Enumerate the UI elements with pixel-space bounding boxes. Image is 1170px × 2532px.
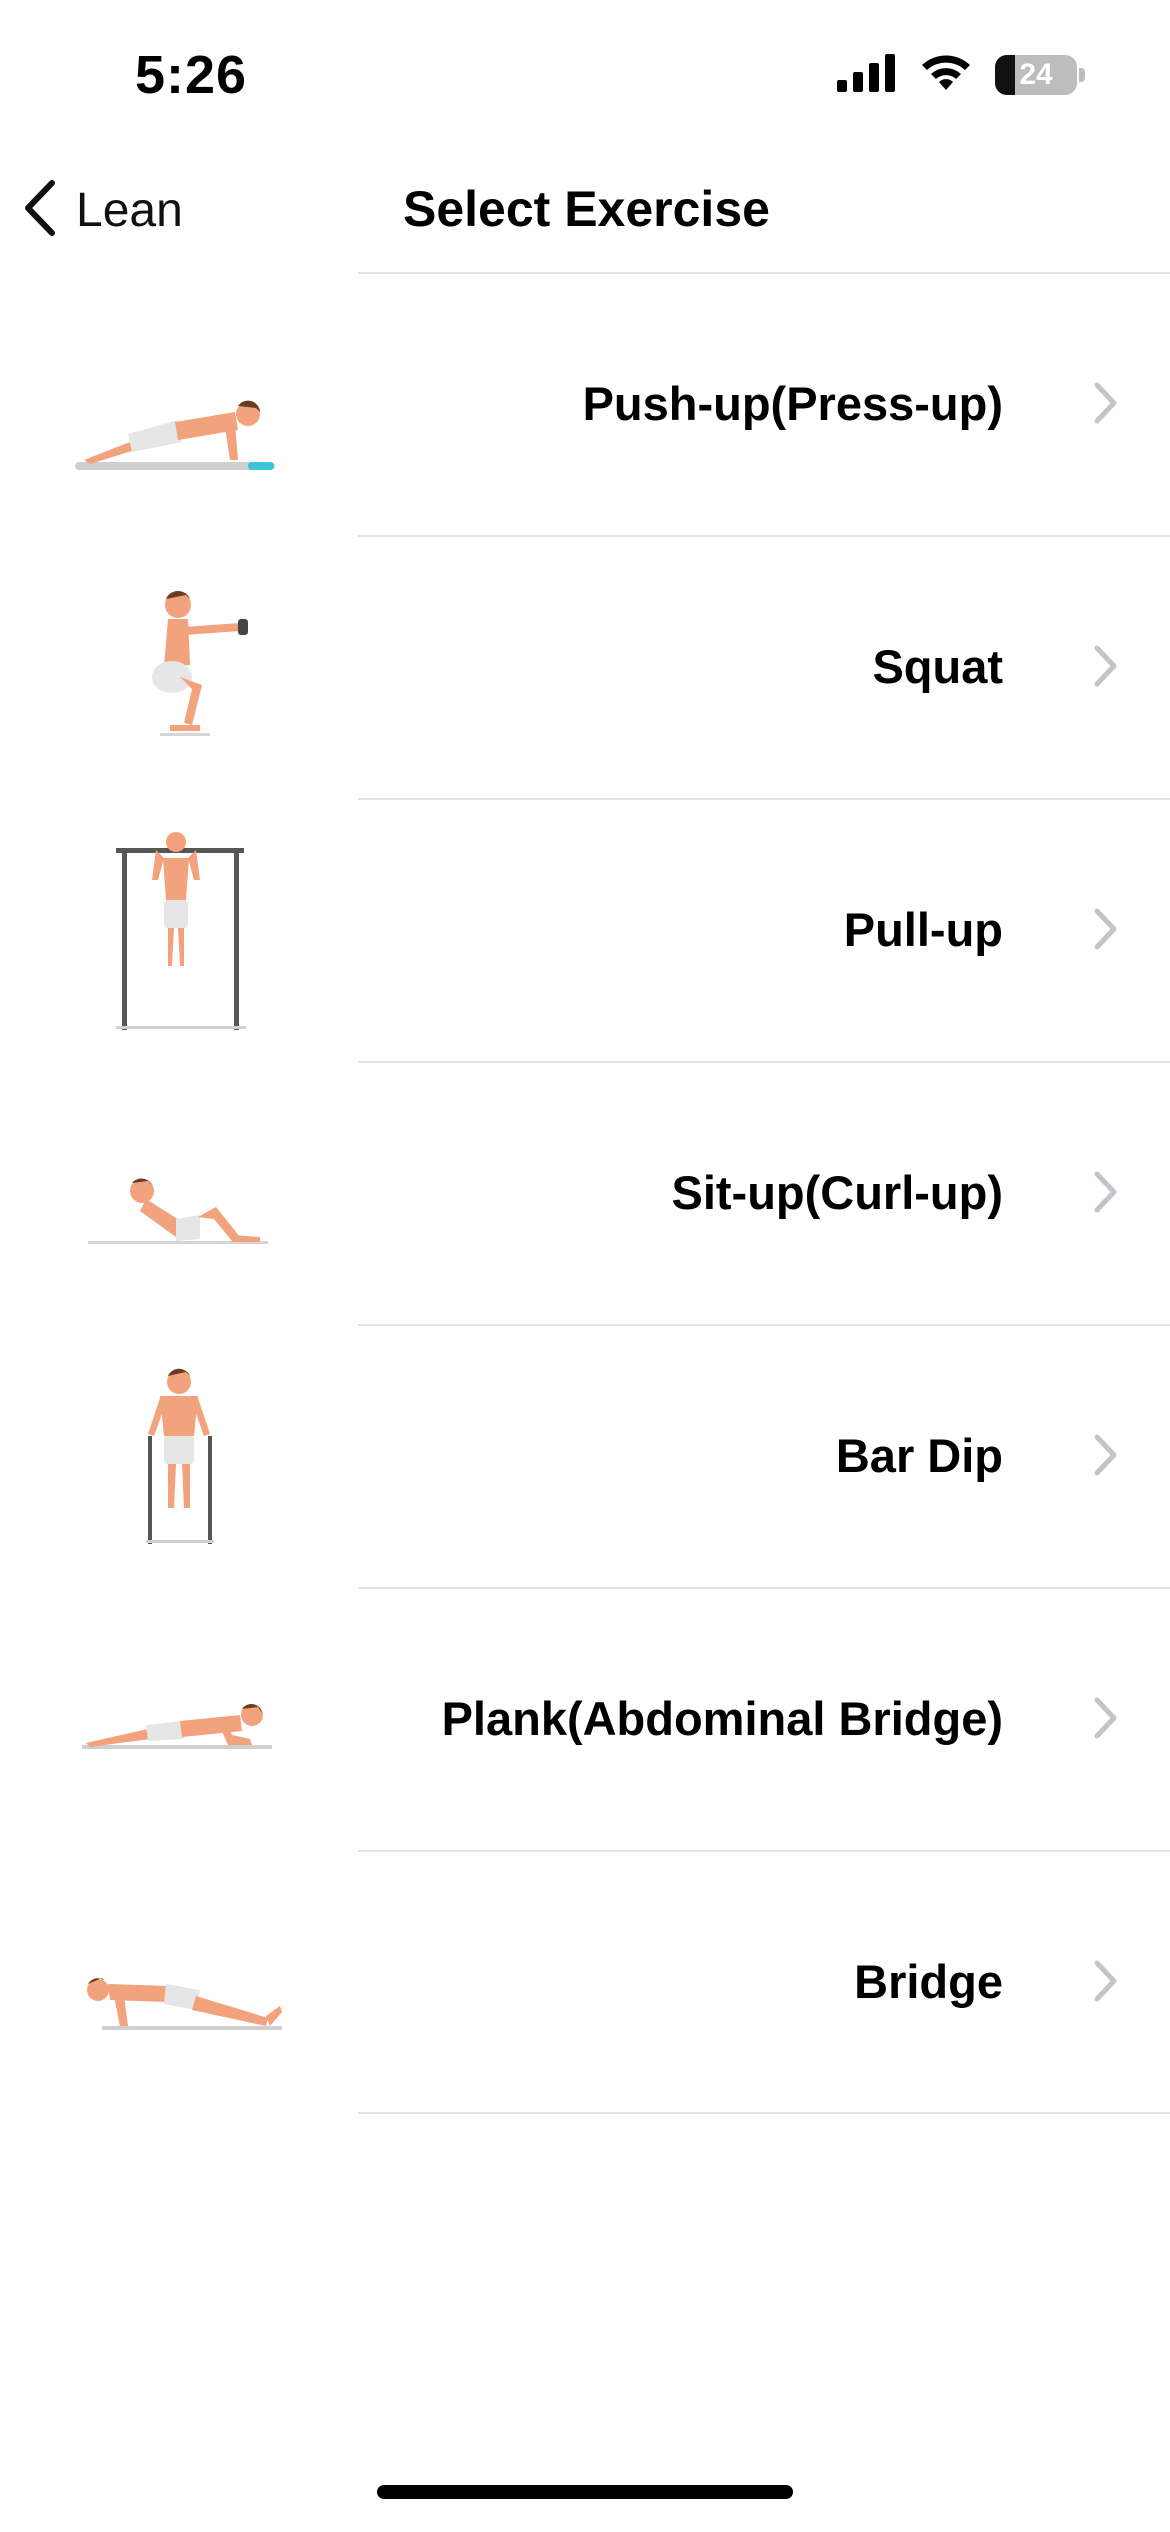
exercise-label: Pull-up	[843, 903, 1003, 956]
status-time: 5:26	[135, 45, 248, 105]
back-label: Lean	[76, 183, 183, 237]
back-button[interactable]: Lean	[22, 170, 183, 250]
row-divider	[358, 798, 1170, 800]
wifi-icon	[919, 52, 973, 97]
chevron-right-icon	[1094, 1960, 1117, 2002]
status-icons: 24	[837, 52, 1085, 97]
bar-dip-figure-icon	[60, 1354, 300, 1559]
pull-up-figure-icon	[60, 828, 300, 1033]
chevron-right-icon	[1094, 382, 1117, 424]
navigation-bar: Lean Select Exercise	[0, 150, 1170, 270]
row-divider	[358, 2112, 1170, 2114]
chevron-right-icon	[1094, 1171, 1117, 1213]
exercise-row-push-up[interactable]: Push-up(Press-up)	[0, 272, 1170, 535]
cellular-signal-icon	[837, 52, 897, 97]
exercise-list: Push-up(Press-up) Squat Pull-up Sit-up(C…	[0, 272, 1170, 2114]
page-title: Select Exercise	[403, 181, 770, 237]
exercise-row-bar-dip[interactable]: Bar Dip	[0, 1324, 1170, 1587]
chevron-right-icon	[1094, 645, 1117, 687]
exercise-row-squat[interactable]: Squat	[0, 535, 1170, 798]
exercise-row-bridge[interactable]: Bridge	[0, 1850, 1170, 2114]
row-divider	[358, 1850, 1170, 1852]
row-divider	[358, 535, 1170, 537]
exercise-label: Squat	[872, 640, 1003, 693]
battery-icon: 24	[995, 54, 1085, 95]
bridge-figure-icon	[60, 1880, 300, 2085]
chevron-right-icon	[1094, 908, 1117, 950]
home-indicator[interactable]	[377, 2485, 793, 2499]
exercise-row-sit-up[interactable]: Sit-up(Curl-up)	[0, 1061, 1170, 1324]
squat-figure-icon	[60, 565, 300, 770]
status-bar: 5:26 24	[0, 0, 1170, 150]
chevron-right-icon	[1094, 1697, 1117, 1739]
exercise-row-plank[interactable]: Plank(Abdominal Bridge)	[0, 1587, 1170, 1850]
exercise-label: Sit-up(Curl-up)	[671, 1166, 1003, 1219]
exercise-label: Push-up(Press-up)	[582, 377, 1003, 430]
push-up-figure-icon	[60, 302, 300, 507]
sit-up-figure-icon	[60, 1091, 300, 1296]
exercise-label: Plank(Abdominal Bridge)	[441, 1692, 1003, 1745]
exercise-label: Bar Dip	[835, 1429, 1003, 1482]
row-divider	[358, 1324, 1170, 1326]
chevron-right-icon	[1094, 1434, 1117, 1476]
exercise-label: Bridge	[854, 1955, 1003, 2008]
chevron-left-icon	[22, 179, 58, 242]
exercise-row-pull-up[interactable]: Pull-up	[0, 798, 1170, 1061]
battery-body: 24	[995, 54, 1077, 95]
battery-level: 24	[1019, 57, 1053, 91]
plank-figure-icon	[60, 1617, 300, 1822]
battery-tip	[1079, 67, 1085, 82]
